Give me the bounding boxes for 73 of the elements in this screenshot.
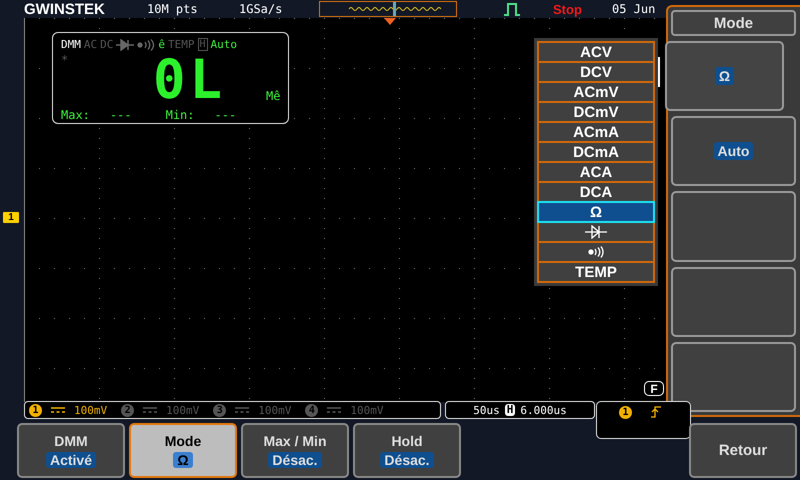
horizontal-badge: H [504,404,516,416]
menu-title: Mode [671,10,796,36]
side-menu-key[interactable] [671,342,796,412]
channel-marker[interactable]: 1 [3,212,19,223]
softkey-value: Désac. [268,452,322,468]
run-status: Stop [553,2,583,16]
dc-coupling-icon [327,407,342,413]
channel-scale: 100mV [74,404,108,416]
channel-number: 2 [121,404,134,416]
channel-scale: 100mV [350,404,384,416]
menu-item[interactable]: DCA [537,181,655,203]
diode-icon [585,225,607,239]
brand-logo: GWINSTEK [24,0,106,18]
dmm-reading: 0L [153,57,226,103]
timebase-scale: 50us [473,404,500,416]
menu-item[interactable]: DCmA [537,141,655,163]
softkey-button[interactable]: Max / Min Désac. [241,423,349,478]
menu-item[interactable]: ACmV [537,81,655,103]
menu-item[interactable]: Ω [537,201,655,223]
menu-item[interactable]: DCmV [537,101,655,123]
side-menu-key[interactable] [671,191,796,262]
softkey-label: DMM [54,433,88,449]
dc-coupling-icon [235,407,250,413]
softkey-label: Hold [391,433,423,449]
min-label: Min: [166,108,194,122]
trigger-source: 1 [619,406,632,419]
channel-number: 4 [305,404,318,416]
menu-item[interactable]: TEMP [537,261,655,283]
side-menu-key[interactable]: Auto [671,116,796,186]
channel-number: 3 [213,404,226,416]
menu-item[interactable]: ACA [537,161,655,183]
back-button[interactable]: Retour [689,423,797,478]
softkey-value: Désac. [380,452,434,468]
softkey-button[interactable]: Mode Ω [129,423,237,478]
min-value: --- [214,108,236,122]
hold-indicator: H [198,38,208,51]
softkey-label: Mode [164,433,202,449]
rising-edge-icon [651,406,661,418]
trigger-pulse-icon [503,2,521,16]
value-chip: Auto [714,142,754,160]
dmm-label: DMM [61,38,81,51]
relative-indicator: * [61,53,68,67]
softkey-label: Max / Min [263,433,326,449]
trigger-mode-badge: F [644,381,664,396]
mode-indicator: Auto [210,38,238,51]
dmm-unit: Mê [266,89,280,103]
value-chip: Ω [714,67,734,86]
max-label: Max: [61,108,90,122]
max-value: --- [110,108,132,122]
softkey-button[interactable]: Hold Désac. [353,423,461,478]
mode-indicator: DC [100,38,114,51]
continuity-icon [588,246,604,258]
memory-depth: 10M pts [147,2,199,16]
side-menu-key[interactable]: Ω [665,41,784,112]
menu-item[interactable]: DCV [537,61,655,83]
side-menu-key[interactable] [671,266,796,337]
horizontal-position: 6.000us [520,404,567,416]
channel-number: 1 [29,404,42,416]
channel-scale: 100mV [166,404,200,416]
mode-indicator: AC [84,38,98,51]
sample-rate: 1GSa/s [239,2,284,16]
channel-scale: 100mV [258,404,292,416]
menu-item[interactable] [537,241,655,263]
date-label: 05 Jun [612,2,656,16]
dc-coupling-icon [143,407,158,413]
mode-indicator: TEMP [168,38,194,51]
mode-indicator: ê [158,38,165,51]
softkey-value: Ω [173,452,193,468]
softkey-button[interactable]: DMM Activé [17,423,125,478]
softkey-value: Activé [46,452,96,468]
menu-item[interactable]: ACV [537,41,655,63]
menu-item[interactable]: ACmA [537,121,655,143]
dc-coupling-icon [51,407,65,413]
